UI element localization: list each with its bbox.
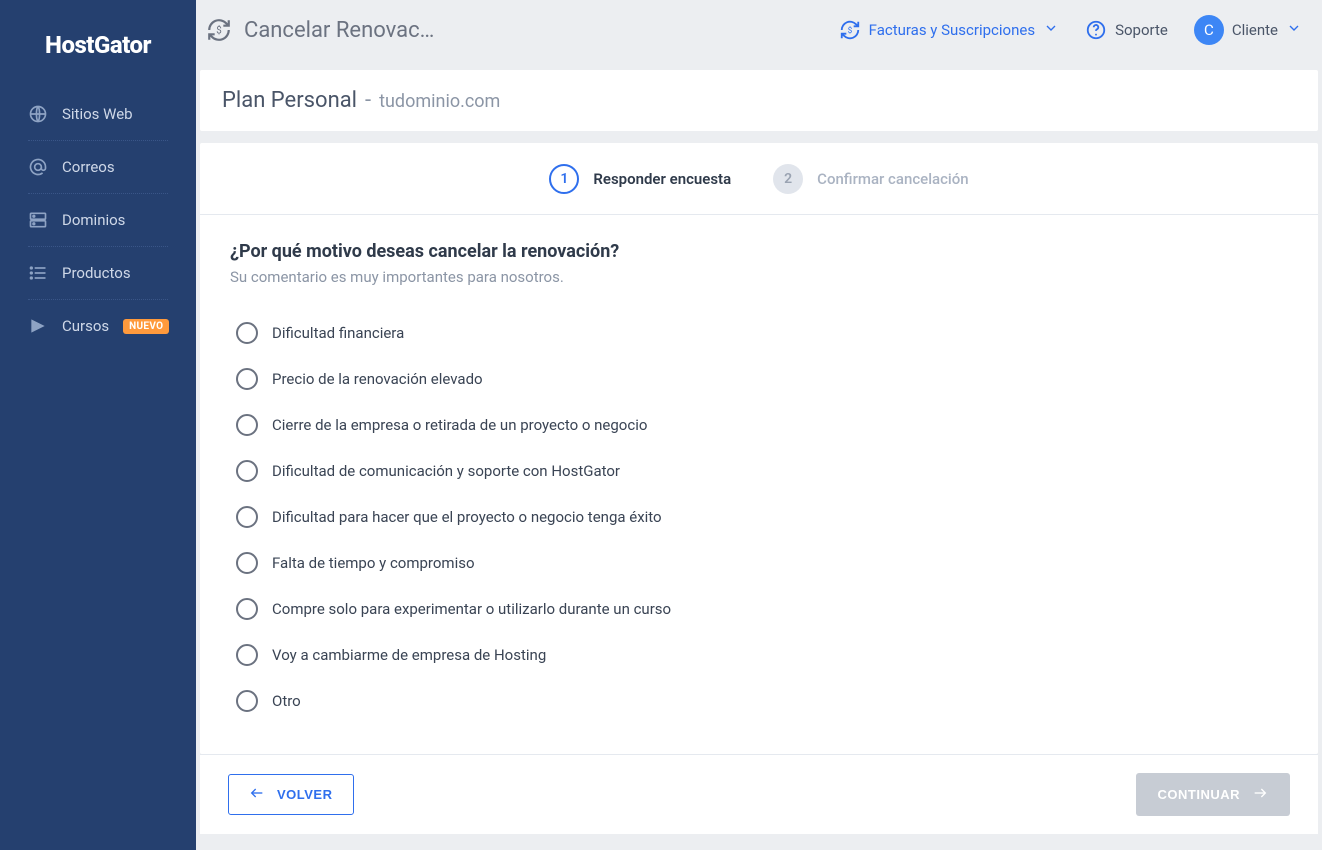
radio-icon	[236, 552, 258, 574]
survey-option[interactable]: Precio de la renovación elevado	[230, 356, 1288, 402]
option-label: Falta de tiempo y compromiso	[272, 554, 475, 572]
nav-divider	[28, 246, 168, 247]
option-label: Compre solo para experimentar o utilizar…	[272, 600, 671, 618]
sidebar-item-productos[interactable]: Productos	[0, 249, 196, 297]
radio-icon	[236, 644, 258, 666]
sidebar-item-label: Dominios	[62, 211, 125, 229]
nav-divider	[28, 140, 168, 141]
page-title: Cancelar Renovac…	[244, 18, 434, 43]
client-menu[interactable]: C Cliente	[1194, 15, 1302, 45]
survey-subtitle: Su comentario es muy importantes para no…	[230, 268, 1288, 286]
option-label: Dificultad de comunicación y soporte con…	[272, 462, 620, 480]
survey-option[interactable]: Cierre de la empresa o retirada de un pr…	[230, 402, 1288, 448]
radio-icon	[236, 460, 258, 482]
step-2-number: 2	[773, 164, 803, 194]
chevron-down-icon	[1043, 20, 1059, 40]
radio-icon	[236, 368, 258, 390]
step-1-number: 1	[549, 164, 579, 194]
support-label: Soporte	[1115, 21, 1168, 39]
survey-option[interactable]: Otro	[230, 678, 1288, 724]
main-content: $ Cancelar Renovac… $ Facturas y Suscrip…	[196, 0, 1322, 850]
server-icon	[28, 210, 48, 230]
survey-option[interactable]: Dificultad de comunicación y soporte con…	[230, 448, 1288, 494]
step-1-label: Responder encuesta	[593, 170, 731, 188]
option-label: Otro	[272, 692, 301, 710]
nav-divider	[28, 193, 168, 194]
sidebar: HostGator Sitios Web Correos Dominios	[0, 0, 196, 850]
list-icon	[28, 263, 48, 283]
option-label: Dificultad para hacer que el proyecto o …	[272, 508, 662, 526]
svg-text:$: $	[216, 25, 221, 36]
at-sign-icon	[28, 157, 48, 177]
survey-option[interactable]: Dificultad para hacer que el proyecto o …	[230, 494, 1288, 540]
step-2: 2 Confirmar cancelación	[773, 164, 968, 194]
nav-divider	[28, 299, 168, 300]
sidebar-item-cursos[interactable]: Cursos NUEVO	[0, 302, 196, 350]
chevron-down-icon	[1286, 20, 1302, 40]
brand-logo: HostGator	[0, 0, 196, 90]
sidebar-item-sitios-web[interactable]: Sitios Web	[0, 90, 196, 138]
plan-domain: tudominio.com	[379, 91, 500, 112]
back-button[interactable]: VOLVER	[228, 774, 354, 815]
sidebar-item-label: Sitios Web	[62, 105, 133, 123]
option-label: Precio de la renovación elevado	[272, 370, 483, 388]
arrow-left-icon	[249, 785, 265, 804]
topbar-right: $ Facturas y Suscripciones Soporte C Cli…	[839, 15, 1302, 45]
sidebar-nav: Sitios Web Correos Dominios Productos	[0, 90, 196, 350]
survey-card: 1 Responder encuesta 2 Confirmar cancela…	[200, 143, 1318, 754]
arrow-right-icon	[1252, 785, 1268, 804]
continue-label: CONTINUAR	[1158, 787, 1241, 802]
sidebar-item-label: Cursos	[62, 317, 109, 335]
play-icon	[28, 316, 48, 336]
invoices-link[interactable]: $ Facturas y Suscripciones	[839, 19, 1059, 41]
support-link[interactable]: Soporte	[1085, 19, 1168, 41]
avatar: C	[1194, 15, 1224, 45]
stepper: 1 Responder encuesta 2 Confirmar cancela…	[200, 143, 1318, 215]
refresh-dollar-icon: $	[839, 19, 861, 41]
new-badge: NUEVO	[123, 319, 169, 334]
survey-option[interactable]: Falta de tiempo y compromiso	[230, 540, 1288, 586]
refresh-dollar-icon: $	[206, 17, 232, 43]
survey-option[interactable]: Dificultad financiera	[230, 310, 1288, 356]
back-label: VOLVER	[277, 787, 333, 802]
plan-name: Plan Personal	[222, 88, 357, 113]
topbar: $ Cancelar Renovac… $ Facturas y Suscrip…	[196, 0, 1322, 60]
survey-body: ¿Por qué motivo deseas cancelar la renov…	[200, 215, 1318, 754]
sidebar-item-label: Correos	[62, 158, 115, 176]
topbar-left: $ Cancelar Renovac…	[206, 17, 434, 43]
sidebar-item-correos[interactable]: Correos	[0, 143, 196, 191]
sidebar-item-dominios[interactable]: Dominios	[0, 196, 196, 244]
continue-button[interactable]: CONTINUAR	[1136, 773, 1291, 816]
client-label: Cliente	[1232, 21, 1278, 39]
survey-option[interactable]: Compre solo para experimentar o utilizar…	[230, 586, 1288, 632]
invoices-label: Facturas y Suscripciones	[869, 21, 1035, 39]
step-2-label: Confirmar cancelación	[817, 170, 968, 188]
footer-actions: VOLVER CONTINUAR	[200, 754, 1318, 834]
svg-text:$: $	[847, 25, 852, 36]
radio-icon	[236, 690, 258, 712]
plan-dash: -	[365, 88, 371, 113]
radio-icon	[236, 322, 258, 344]
option-label: Cierre de la empresa o retirada de un pr…	[272, 416, 647, 434]
option-label: Voy a cambiarme de empresa de Hosting	[272, 646, 546, 664]
plan-header: Plan Personal - tudominio.com	[200, 70, 1318, 131]
sidebar-item-label: Productos	[62, 264, 131, 282]
radio-icon	[236, 506, 258, 528]
radio-icon	[236, 414, 258, 436]
globe-icon	[28, 104, 48, 124]
survey-option[interactable]: Voy a cambiarme de empresa de Hosting	[230, 632, 1288, 678]
option-label: Dificultad financiera	[272, 324, 404, 342]
help-circle-icon	[1085, 19, 1107, 41]
step-1: 1 Responder encuesta	[549, 164, 731, 194]
radio-icon	[236, 598, 258, 620]
survey-question: ¿Por qué motivo deseas cancelar la renov…	[230, 241, 1288, 262]
